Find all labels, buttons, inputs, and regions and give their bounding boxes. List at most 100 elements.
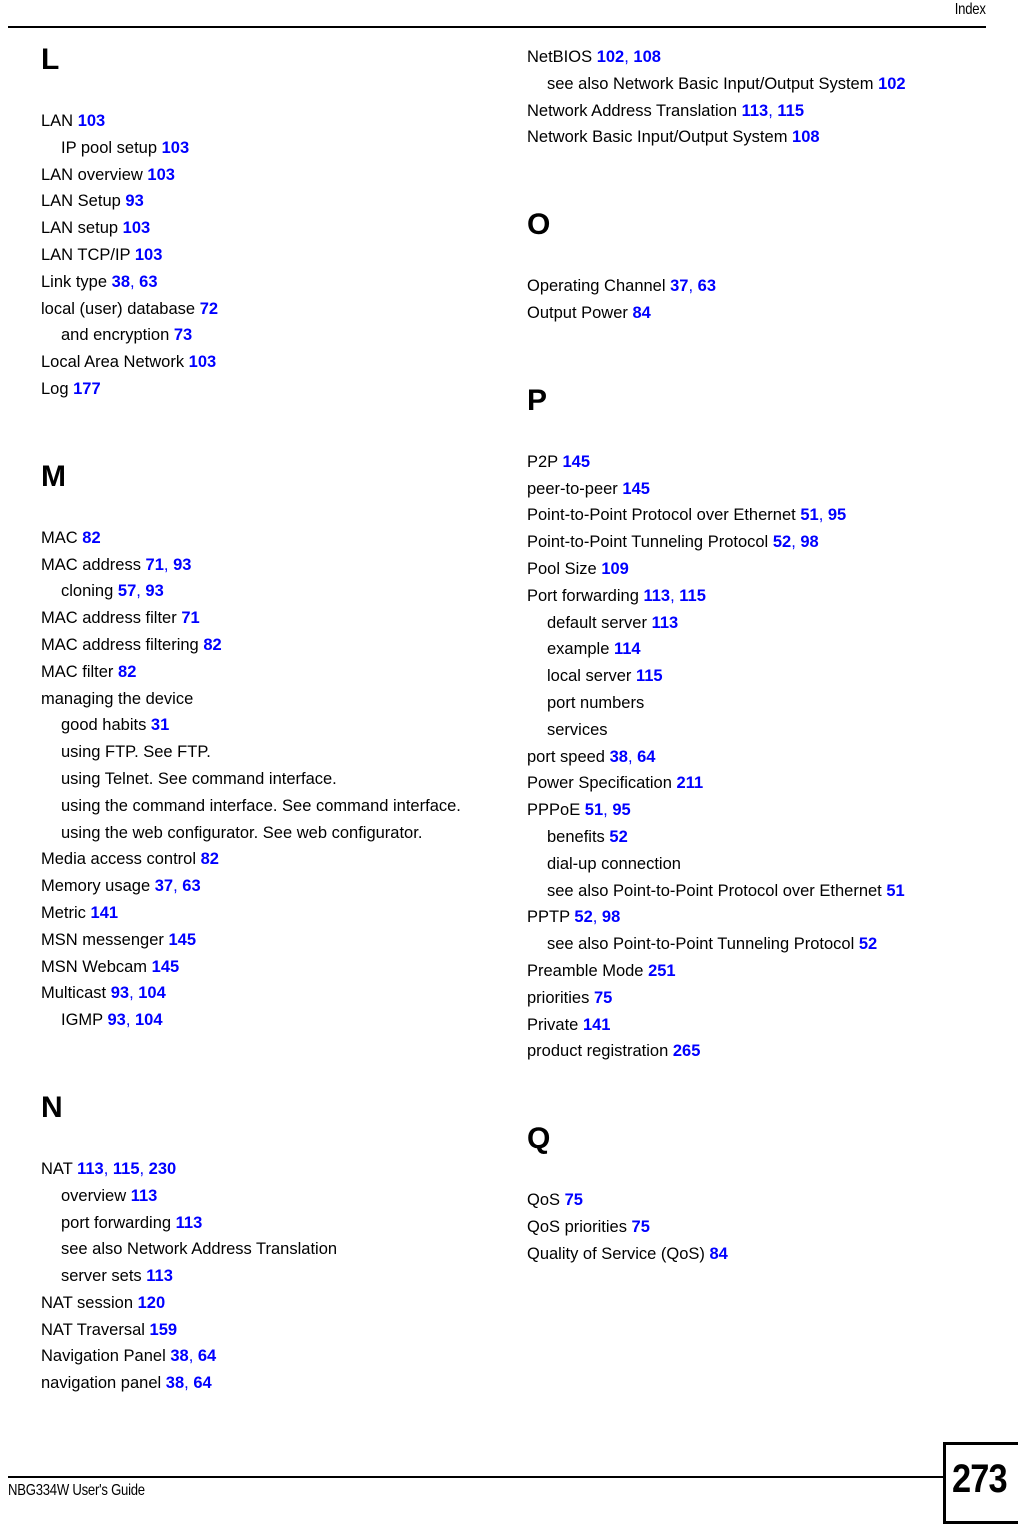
page-reference[interactable]: 114 [614,640,641,658]
page-reference[interactable]: 113 [131,1187,158,1205]
index-entry-label: using FTP. See FTP. [61,743,211,762]
page-reference[interactable]: 93 [125,192,143,210]
page-reference[interactable]: 109 [601,560,629,578]
page-reference[interactable]: 102 [878,75,906,93]
page-reference[interactable]: 38 [112,273,130,291]
page-reference[interactable]: 113 [176,1214,203,1232]
page-reference[interactable]: 113 [77,1160,104,1178]
page-reference[interactable]: 93 [107,1011,125,1029]
page-reference[interactable]: 145 [622,480,650,498]
page-reference[interactable]: 93 [145,582,163,600]
page-reference[interactable]: 104 [135,1011,163,1029]
index-entry-label: Private [527,1015,579,1034]
page-reference[interactable]: 115 [113,1160,140,1178]
page-reference[interactable]: 113 [643,587,670,605]
page-reference[interactable]: 103 [189,353,217,371]
page-reference[interactable]: 52 [773,533,791,551]
index-entry: MSN Webcam 145 [41,954,511,981]
page-reference[interactable]: 51 [886,882,904,900]
page-reference[interactable]: 82 [201,850,219,868]
index-subentry: IP pool setup 103 [41,135,511,162]
page-reference[interactable]: 113 [742,102,769,120]
page-ref-separator: , [627,747,638,766]
page-reference[interactable]: 115 [636,667,663,685]
page-reference[interactable]: 82 [82,529,100,547]
page-reference[interactable]: 75 [594,989,612,1007]
index-entry: LAN Setup 93 [41,188,511,215]
page-reference[interactable]: 103 [162,139,190,157]
page-reference[interactable]: 102 [597,48,625,66]
page-reference[interactable]: 51 [800,506,818,524]
page-reference[interactable]: 141 [583,1016,611,1034]
page-reference[interactable]: 103 [147,166,175,184]
page-reference[interactable]: 71 [181,609,199,627]
index-entry: NetBIOS 102, 108 [527,44,997,71]
page-reference[interactable]: 64 [193,1374,211,1392]
page-reference[interactable]: 37 [670,277,688,295]
page-reference[interactable]: 93 [173,556,191,574]
page-reference[interactable]: 104 [138,984,166,1002]
page-reference[interactable]: 230 [149,1160,177,1178]
page-reference[interactable]: 51 [585,801,603,819]
page-reference[interactable]: 115 [777,102,804,120]
page-reference[interactable]: 145 [168,931,196,949]
page-reference[interactable]: 64 [637,748,655,766]
page-reference[interactable]: 145 [152,958,180,976]
page-ref-separator: , [188,1347,198,1366]
page-reference[interactable]: 211 [677,774,704,792]
page-reference[interactable]: 108 [633,48,661,66]
index-entry: managing the device [41,686,511,713]
index-entry-label: Operating Channel [527,277,666,296]
page-reference[interactable]: 57 [118,582,136,600]
page-reference[interactable]: 95 [828,506,846,524]
index-section-p: P P2P 145 peer-to-peer 145 Point-to-Point P… [527,384,997,1065]
index-entry-label: default server [547,613,647,632]
page-reference[interactable]: 63 [698,277,716,295]
page-reference[interactable]: 63 [182,877,200,895]
page-reference[interactable]: 265 [673,1042,701,1060]
page-reference[interactable]: 84 [632,304,650,322]
page-reference[interactable]: 72 [200,300,218,318]
page-reference[interactable]: 75 [565,1191,583,1209]
page-reference[interactable]: 52 [859,935,877,953]
page-reference[interactable]: 82 [118,663,136,681]
page-reference[interactable]: 108 [792,128,820,146]
page-reference[interactable]: 159 [150,1321,178,1339]
index-subentry: see also Network Address Translation [41,1236,511,1263]
index-entry-label: LAN overview [41,165,143,184]
page-reference[interactable]: 37 [155,877,173,895]
page-reference[interactable]: 98 [800,533,818,551]
page-reference[interactable]: 38 [170,1347,188,1365]
page-reference[interactable]: 38 [166,1374,184,1392]
page-reference[interactable]: 63 [139,273,157,291]
index-entry: Local Area Network 103 [41,349,511,376]
page-reference[interactable]: 145 [562,453,590,471]
page-reference[interactable]: 98 [602,908,620,926]
page-reference[interactable]: 115 [679,587,706,605]
page-reference[interactable]: 113 [146,1267,173,1285]
page-reference[interactable]: 251 [648,962,676,980]
page-reference[interactable]: 103 [123,219,151,237]
page-reference[interactable]: 95 [612,801,630,819]
page-reference[interactable]: 64 [198,1347,216,1365]
page-reference[interactable]: 75 [632,1218,650,1236]
page-reference[interactable]: 84 [709,1245,727,1263]
page-reference[interactable]: 103 [78,112,106,130]
index-entry-label: product registration [527,1042,669,1061]
page-reference[interactable]: 71 [146,556,164,574]
index-subentry: server sets 113 [41,1263,511,1290]
page-reference[interactable]: 113 [652,614,679,632]
page-reference[interactable]: 141 [91,904,119,922]
index-entry: Media access control 82 [41,846,511,873]
page-reference[interactable]: 103 [135,246,163,264]
page-reference[interactable]: 120 [138,1294,166,1312]
page-reference[interactable]: 73 [174,326,192,344]
index-subentry: overview 113 [41,1183,511,1210]
page-reference[interactable]: 31 [151,716,169,734]
page-reference[interactable]: 93 [111,984,129,1002]
page-reference[interactable]: 177 [73,380,101,398]
page-reference[interactable]: 52 [574,908,592,926]
page-reference[interactable]: 52 [609,828,627,846]
page-reference[interactable]: 82 [203,636,221,654]
page-reference[interactable]: 38 [610,748,628,766]
